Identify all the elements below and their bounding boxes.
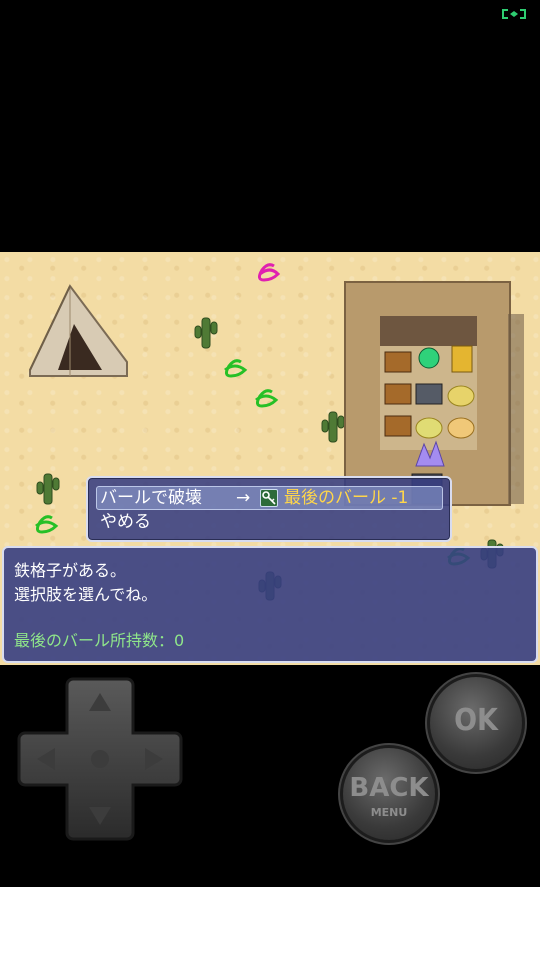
snake-enemy-sprite: [255, 389, 279, 408]
choice-option-cancel[interactable]: やめる: [100, 510, 151, 534]
message-line: 鉄格子がある。: [14, 561, 127, 580]
message-line: 選択肢を選んでね。: [14, 585, 158, 604]
key-icon: [260, 489, 278, 507]
item-count-line: 最後のバール所持数：0: [14, 631, 185, 650]
ok-label: OK: [454, 703, 498, 738]
menu-label: MENU: [370, 806, 408, 819]
back-button[interactable]: BACK MENU: [343, 748, 435, 840]
treasure-chest-sprite: [384, 415, 412, 437]
message-window: 鉄格子がある。 選択肢を選んでね。 最後のバール所持数：0: [2, 546, 538, 663]
ok-button[interactable]: OK: [430, 677, 522, 769]
dpad[interactable]: [15, 675, 185, 843]
cactus-sprite: [36, 473, 60, 505]
choice-option-break[interactable]: バールで破壊: [100, 486, 202, 510]
snake-enemy-sprite: [224, 359, 248, 378]
letterbox-top: [0, 0, 540, 252]
treasure-chest-sprite: [384, 351, 412, 373]
fullscreen-icon[interactable]: [500, 7, 528, 21]
cactus-sprite: [194, 317, 218, 349]
snake-enemy-sprite: [35, 515, 59, 534]
arrow-glyph: →: [236, 488, 251, 508]
snake-enemy-sprite: [257, 263, 281, 282]
tent-sprite: [29, 284, 128, 377]
treasure-chest-sprite: [415, 383, 443, 405]
back-label: BACK: [349, 773, 429, 803]
gold-statue-sprite: [451, 345, 473, 373]
cactus-sprite: [321, 411, 345, 443]
choice-item-cost: 最後のバール -1: [284, 488, 409, 508]
crystal-ball-sprite: [418, 347, 440, 369]
stone-vault: [344, 281, 524, 506]
treasure-chest-sprite: [384, 383, 412, 405]
gold-pile-sprite: [447, 417, 475, 439]
choice-window: バールで破壊 → 最後のバール -1 やめる: [86, 476, 452, 542]
gold-pile-sprite: [447, 385, 475, 407]
gold-pile-sprite: [415, 417, 443, 439]
